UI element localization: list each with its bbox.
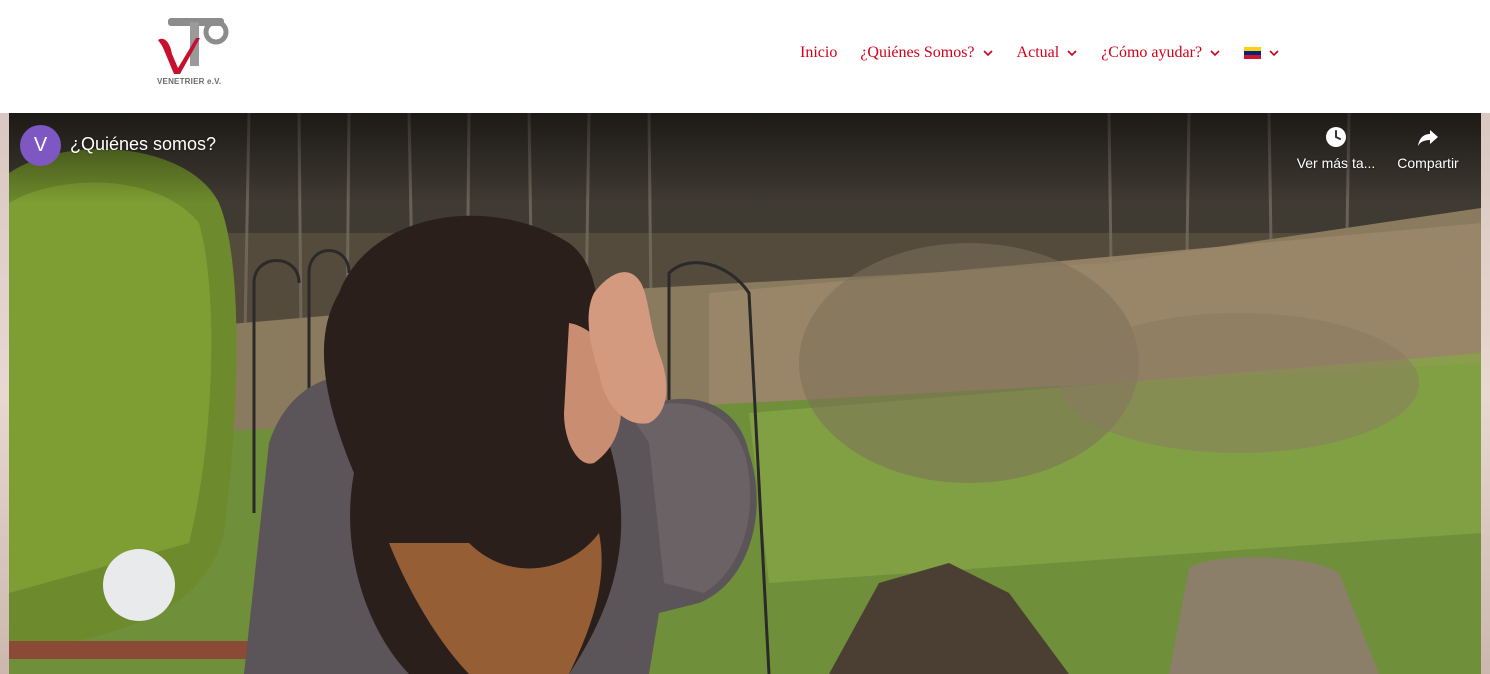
nav-item-inicio[interactable]: Inicio bbox=[800, 44, 837, 62]
video-edge-right bbox=[1481, 113, 1490, 674]
watch-later-label: Ver más ta... bbox=[1296, 155, 1376, 171]
nav-item-label: ¿Quiénes Somos? bbox=[860, 44, 975, 61]
site-header: VENETRIER e.V. Inicio ¿Quiénes Somos? Ac… bbox=[0, 0, 1490, 113]
channel-avatar[interactable]: V bbox=[20, 125, 61, 166]
video-title[interactable]: ¿Quiénes somos? bbox=[70, 134, 216, 155]
venezuela-flag-icon bbox=[1244, 47, 1262, 59]
share-label: Compartir bbox=[1397, 155, 1459, 171]
nav-item-como-ayudar[interactable]: ¿Cómo ayudar? bbox=[1101, 44, 1221, 62]
nav-item-label: ¿Cómo ayudar? bbox=[1101, 44, 1203, 61]
chevron-down-icon bbox=[1067, 50, 1077, 57]
youtube-video-player[interactable]: V ¿Quiénes somos? Ver más ta... Comparti… bbox=[9, 113, 1481, 674]
language-switcher[interactable] bbox=[1244, 47, 1280, 59]
logo-mark-icon bbox=[158, 18, 229, 74]
chevron-down-icon bbox=[1210, 50, 1220, 57]
video-top-overlay bbox=[9, 113, 1481, 203]
nav-item-label: Actual bbox=[1016, 44, 1060, 61]
site-logo[interactable]: VENETRIER e.V. bbox=[150, 14, 240, 94]
nav-item-quienes-somos[interactable]: ¿Quiénes Somos? bbox=[860, 44, 993, 62]
logo-text: VENETRIER e.V. bbox=[157, 77, 222, 86]
nav-item-actual[interactable]: Actual bbox=[1017, 44, 1079, 62]
chevron-down-icon bbox=[982, 50, 993, 57]
clock-icon bbox=[1326, 127, 1346, 147]
share-button[interactable]: Compartir bbox=[1383, 125, 1473, 177]
main-nav: Inicio ¿Quiénes Somos? Actual ¿Cómo ayud… bbox=[800, 40, 1280, 66]
chevron-down-icon bbox=[1269, 50, 1279, 57]
video-edge-left bbox=[0, 113, 9, 674]
watch-later-button[interactable]: Ver más ta... bbox=[1291, 125, 1381, 177]
share-arrow-icon bbox=[1418, 130, 1438, 146]
nav-item-label: Inicio bbox=[800, 44, 838, 61]
